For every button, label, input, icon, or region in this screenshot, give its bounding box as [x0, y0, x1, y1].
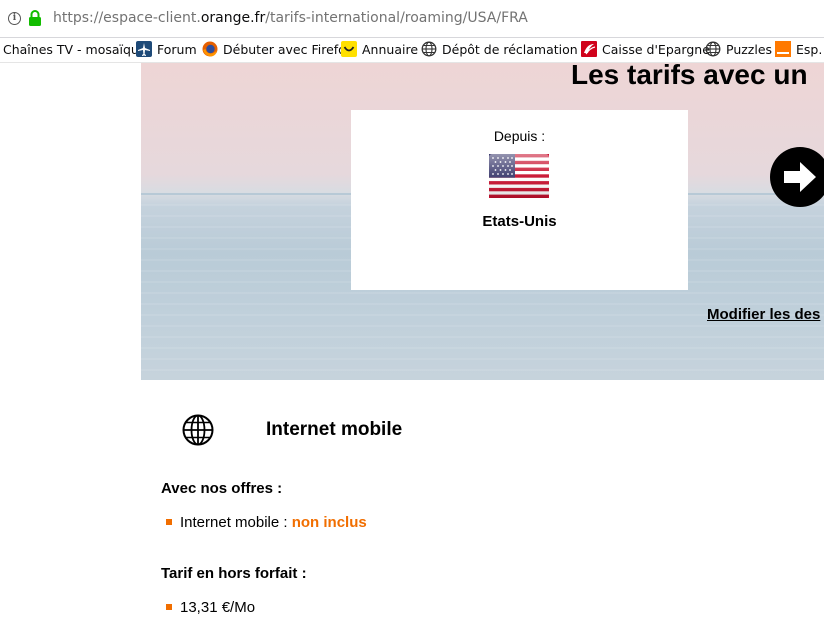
- bullet-icon: [166, 604, 172, 611]
- url-prefix: https://espace-client.: [53, 10, 201, 26]
- bookmark-annuaire[interactable]: Annuaire: [341, 41, 418, 59]
- bookmark-caisse-epargne[interactable]: Caisse d'Epargne: [581, 41, 710, 59]
- arrow-right-button[interactable]: [770, 147, 824, 207]
- caisse-epargne-icon: [581, 41, 597, 57]
- bookmark-depot-reclamation[interactable]: Dépôt de réclamation ...: [421, 41, 594, 59]
- bookmark-puzzles[interactable]: Puzzles: [705, 41, 772, 59]
- bookmark-label: Chaînes TV - mosaïque: [3, 42, 147, 57]
- firefox-icon: [202, 41, 218, 57]
- globe-icon: [182, 414, 214, 446]
- page-title: Les tarifs avec un: [571, 63, 808, 90]
- offers-heading: Avec nos offres :: [161, 480, 283, 497]
- bookmark-debuter-firefox[interactable]: Débuter avec Firefox: [202, 41, 353, 59]
- bookmark-forum[interactable]: Forum: [136, 41, 197, 59]
- lock-icon[interactable]: [28, 10, 42, 26]
- offers-item-value: non inclus: [291, 514, 367, 531]
- smiley-icon: [341, 41, 357, 57]
- bookmark-label: Forum: [157, 42, 197, 57]
- airplane-icon: [136, 41, 152, 57]
- bookmark-chaines-tv[interactable]: Chaînes TV - mosaïque: [3, 41, 147, 59]
- us-flag-icon: [489, 154, 549, 198]
- url-domain: orange.fr: [200, 10, 266, 26]
- url-bar[interactable]: i https://espace-client.orange.fr/tarifs…: [0, 0, 824, 38]
- hors-forfait-value: 13,31 €/Mo: [180, 599, 256, 616]
- globe-icon: [421, 41, 437, 57]
- url-path: /tarifs-international/roaming/USA/FRA: [265, 10, 528, 26]
- bookmark-label: Débuter avec Firefox: [223, 42, 353, 57]
- globe-icon: [705, 41, 721, 57]
- hors-forfait-heading: Tarif en hors forfait :: [161, 565, 307, 582]
- bookmark-label: Dépôt de réclamation ...: [442, 42, 594, 57]
- offers-item-label: Internet mobile :: [180, 514, 292, 531]
- info-icon[interactable]: i: [8, 12, 21, 25]
- hors-forfait-item: 13,31 €/Mo: [166, 599, 255, 616]
- url-text[interactable]: https://espace-client.orange.fr/tarifs-i…: [53, 10, 528, 26]
- bullet-icon: [166, 519, 172, 526]
- bookmark-label: Esp. c: [796, 42, 824, 57]
- section-title: Internet mobile: [266, 419, 403, 440]
- arrow-right-icon: [784, 162, 816, 192]
- orange-icon: [775, 41, 791, 57]
- origin-country-name: Etats-Unis: [482, 213, 557, 230]
- origin-label: Depuis :: [493, 128, 546, 144]
- bookmark-label: Puzzles: [726, 42, 773, 57]
- bookmark-label: Caisse d'Epargne: [602, 42, 710, 57]
- bookmarks-toolbar: Chaînes TV - mosaïque Forum Débuter avec…: [0, 38, 824, 63]
- modify-destinations-link[interactable]: Modifier les des: [707, 306, 820, 323]
- hero-banner: Les tarifs avec un Depuis : Etats-Unis M…: [141, 63, 824, 380]
- origin-country-card[interactable]: Depuis : Etats-Unis: [351, 110, 688, 290]
- bookmark-label: Annuaire: [362, 42, 419, 57]
- offers-item: Internet mobile : non inclus: [166, 514, 367, 531]
- bookmark-espace-client[interactable]: Esp. c: [775, 41, 824, 59]
